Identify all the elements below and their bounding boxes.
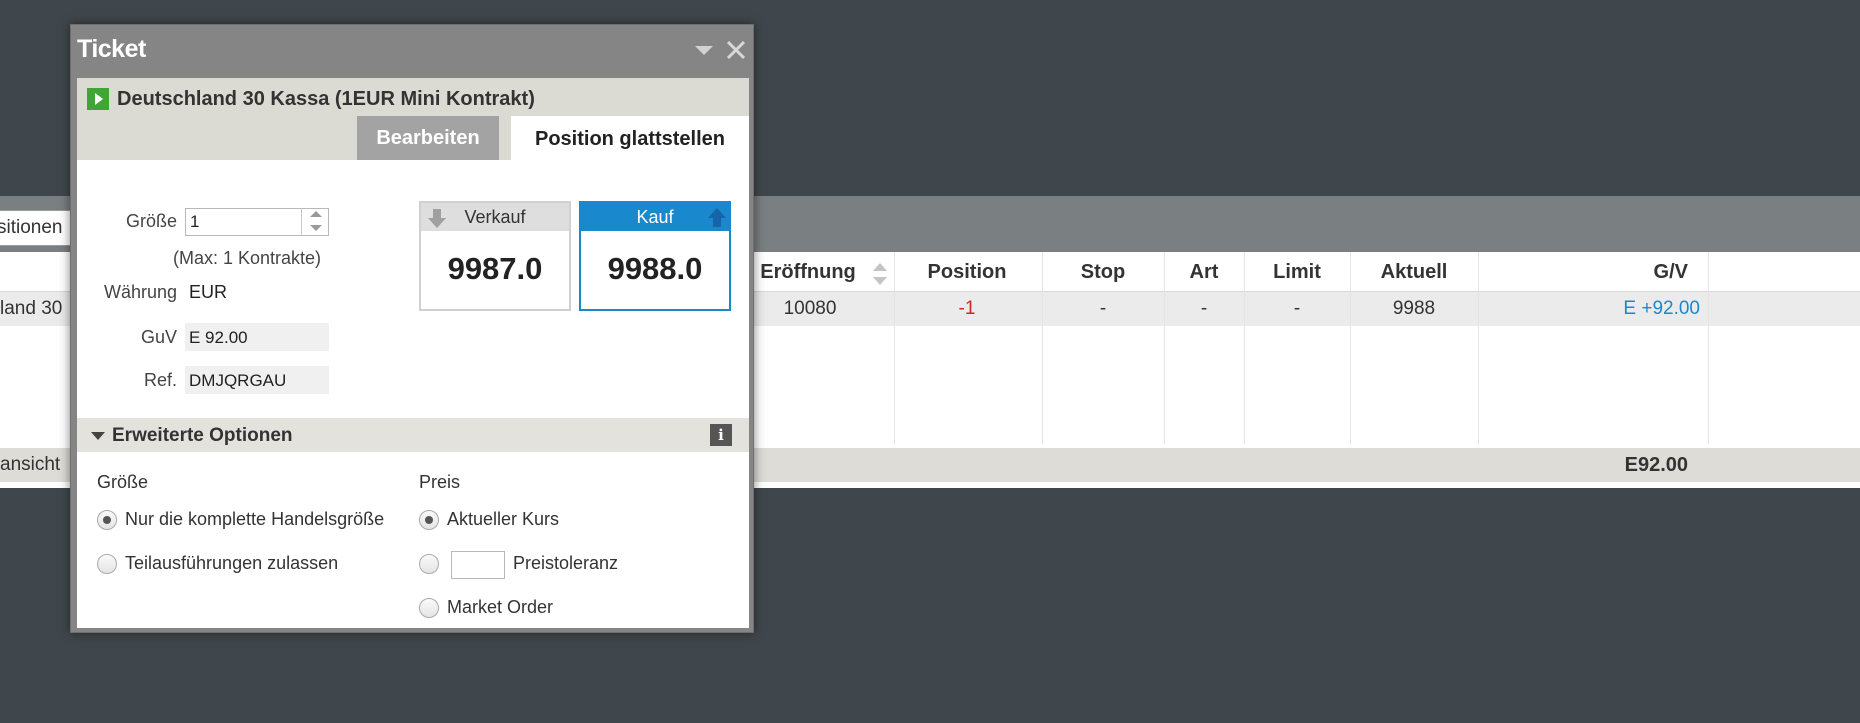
currency-label: Währung (103, 282, 177, 302)
column-divider (1042, 252, 1043, 444)
play-icon[interactable] (87, 88, 109, 110)
column-header-aktuell[interactable]: Aktuell (1350, 252, 1478, 292)
ticket-tabs: Bearbeiten Position glattstellen (77, 116, 749, 160)
triangle-down-icon[interactable] (91, 432, 105, 440)
ticket-window: Ticket Deutschland 30 Kassa (1EUR Mini K… (70, 24, 754, 633)
ref-label: Ref. (143, 370, 177, 390)
column-header-limit[interactable]: Limit (1244, 252, 1350, 292)
instrument-name: Deutschland 30 Kassa (1EUR Mini Kontrakt… (117, 88, 535, 110)
buy-price: 9988.0 (607, 251, 703, 286)
column-divider (1164, 252, 1165, 444)
close-icon[interactable] (723, 37, 749, 63)
footer-total: E92.00 (1624, 454, 1688, 476)
cell-position: -1 (958, 298, 976, 319)
cell-aktuell: 9988 (1392, 298, 1436, 319)
column-header-gv[interactable]: G/V (1578, 252, 1688, 292)
positions-search-input[interactable]: sitionen (0, 210, 74, 246)
cell-art: - (1200, 298, 1208, 319)
extended-options-header[interactable]: Erweiterte Optionen i (77, 418, 749, 452)
column-header-stop[interactable]: Stop (1042, 252, 1164, 292)
radio-market-order-label[interactable]: Market Order (447, 597, 553, 618)
ref-field: DMJQRGAU (185, 366, 329, 394)
price-options-heading: Preis (419, 472, 461, 492)
spin-up-icon[interactable] (310, 211, 322, 217)
size-options-heading: Größe (97, 472, 149, 492)
radio-partial-fills[interactable] (97, 554, 117, 574)
pnl-field: E 92.00 (185, 323, 329, 351)
arrow-up-icon (708, 208, 726, 227)
arrow-down-icon (428, 209, 446, 228)
price-tolerance-input[interactable] (451, 551, 505, 579)
radio-price-tolerance-label[interactable]: Preistoleranz (513, 553, 618, 574)
size-label: Größe (125, 211, 177, 231)
radio-current-price-label[interactable]: Aktueller Kurs (447, 509, 559, 530)
buy-button[interactable]: Kauf 9988.0 (579, 201, 731, 311)
radio-price-tolerance[interactable] (419, 554, 439, 574)
chevron-down-icon[interactable] (691, 37, 717, 63)
max-size-text: (Max: 1 Kontrakte) (173, 248, 322, 268)
footer-view-label[interactable]: ansicht (0, 448, 60, 482)
cell-limit: - (1293, 298, 1301, 319)
radio-partial-fills-label[interactable]: Teilausführungen zulassen (125, 553, 338, 574)
column-divider (1478, 252, 1479, 444)
instrument-bar: Deutschland 30 Kassa (1EUR Mini Kontrakt… (77, 78, 749, 116)
info-icon[interactable]: i (710, 424, 732, 446)
tab-bearbeiten[interactable]: Bearbeiten (357, 116, 499, 160)
extended-options-title: Erweiterte Optionen (112, 425, 293, 446)
cell-stop: - (1099, 298, 1107, 319)
sort-icon[interactable] (870, 260, 890, 288)
currency-value: EUR (189, 282, 228, 302)
radio-current-price[interactable] (419, 510, 439, 530)
radio-full-size-label[interactable]: Nur die komplette Handelsgröße (125, 509, 384, 530)
column-divider (894, 252, 895, 444)
column-header-position[interactable]: Position (894, 252, 1040, 292)
sell-price: 9987.0 (447, 251, 543, 286)
column-header-art[interactable]: Art (1164, 252, 1244, 292)
ticket-title: Ticket (77, 35, 146, 63)
cell-gv: E +92.00 (1623, 298, 1700, 319)
ticket-body: Deutschland 30 Kassa (1EUR Mini Kontrakt… (77, 78, 749, 628)
sell-button[interactable]: Verkauf 9987.0 (419, 201, 571, 311)
column-divider (1350, 252, 1351, 444)
cell-instrument: land 30 (0, 298, 63, 319)
pnl-label: GuV (140, 327, 177, 347)
tab-position-glattstellen[interactable]: Position glattstellen (511, 116, 749, 160)
spin-down-icon[interactable] (310, 225, 322, 231)
column-divider (1244, 252, 1245, 444)
size-spinner[interactable] (301, 208, 329, 236)
cell-eroeffnung: 10080 (783, 298, 837, 319)
radio-full-size[interactable] (97, 510, 117, 530)
column-divider (1708, 252, 1709, 444)
column-header-eroeffnung[interactable]: Eröffnung (738, 252, 878, 292)
radio-market-order[interactable] (419, 598, 439, 618)
